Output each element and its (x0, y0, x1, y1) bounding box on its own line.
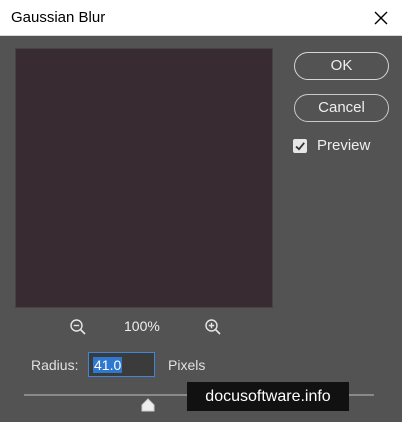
close-icon (374, 11, 388, 25)
watermark: docusoftware.info (187, 382, 349, 411)
zoom-out-button[interactable] (69, 318, 87, 336)
radius-input[interactable]: 41.0 (88, 352, 155, 377)
ok-button[interactable]: OK (294, 52, 389, 80)
checkmark-icon (295, 142, 305, 151)
close-button[interactable] (366, 3, 396, 33)
zoom-in-button[interactable] (204, 318, 222, 336)
pixels-unit-label: Pixels (168, 357, 206, 373)
zoom-out-icon (70, 319, 86, 335)
preview-checkbox[interactable] (293, 139, 307, 153)
dialog-title: Gaussian Blur (11, 9, 106, 26)
zoom-level: 100% (124, 318, 160, 334)
radius-value: 41.0 (93, 357, 123, 373)
title-bar: Gaussian Blur (0, 0, 402, 36)
blur-preview-image[interactable] (15, 48, 273, 308)
preview-label: Preview (317, 137, 371, 154)
cancel-button[interactable]: Cancel (294, 94, 389, 122)
slider-thumb-icon (141, 398, 155, 412)
radius-slider-thumb[interactable] (141, 398, 155, 412)
radius-label: Radius: (31, 357, 79, 373)
zoom-in-icon (205, 319, 221, 335)
